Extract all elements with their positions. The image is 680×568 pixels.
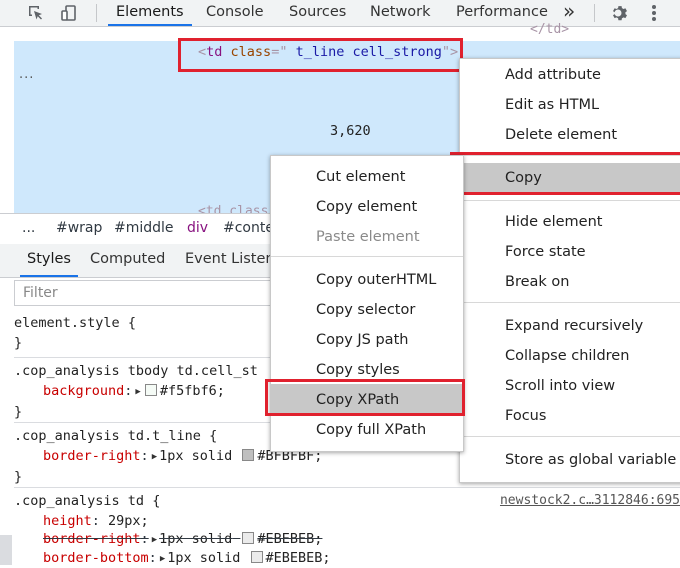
styles-filter-input[interactable]: Filter <box>14 280 304 306</box>
css-colon: : <box>140 448 149 464</box>
breadcrumb-div[interactable]: div <box>187 220 208 236</box>
more-options-icon[interactable] <box>643 2 665 24</box>
rule-brace: { <box>127 315 136 331</box>
selected-node-callout <box>178 38 463 72</box>
menu-item-focus[interactable]: Focus <box>505 402 546 430</box>
color-swatch[interactable] <box>242 532 255 544</box>
menu-item-collapse-children[interactable]: Collapse children <box>505 342 629 370</box>
css-property[interactable]: background <box>43 383 124 399</box>
color-swatch[interactable] <box>144 384 157 396</box>
css-property[interactable]: height <box>43 513 92 529</box>
menu-item-store-as-global-variable[interactable]: Store as global variable <box>505 446 676 474</box>
css-property[interactable]: border-right <box>43 448 141 464</box>
breadcrumb-ellipsis[interactable]: ... <box>22 220 35 236</box>
tab-network[interactable]: Network <box>370 0 431 26</box>
menu-item-copy-outerhtml[interactable]: Copy outerHTML <box>316 266 436 294</box>
rule-selector[interactable]: element.style <box>14 315 120 331</box>
css-value[interactable]: #f5fbf6; <box>160 383 225 399</box>
menu-item-copy-element[interactable]: Copy element <box>316 193 417 221</box>
expand-triangle-icon[interactable]: ▶ <box>152 448 157 466</box>
tab-event-listeners[interactable]: Event Listene <box>185 244 284 275</box>
css-value[interactable]: 1px solid <box>159 448 232 464</box>
css-value[interactable]: 29px; <box>108 513 149 529</box>
menu-item-delete-element[interactable]: Delete element <box>505 121 617 149</box>
tab-styles[interactable]: Styles <box>20 244 78 277</box>
menu-item-add-attribute[interactable]: Add attribute <box>505 61 601 89</box>
device-toolbar-icon[interactable] <box>58 2 80 24</box>
menu-item-copy-full-xpath[interactable]: Copy full XPath <box>316 416 426 444</box>
menu-item-copy-js-path[interactable]: Copy JS path <box>316 326 408 354</box>
rule-selector[interactable]: .cop_analysis td <box>14 493 144 509</box>
expand-triangle-icon[interactable]: ▶ <box>135 383 140 401</box>
toolbar-divider <box>594 4 595 22</box>
color-swatch[interactable] <box>242 449 255 461</box>
menu-item-expand-recursively[interactable]: Expand recursively <box>505 312 643 340</box>
rule-brace: } <box>14 335 23 351</box>
stylesheet-source-link[interactable]: newstock2.c…3112846:695 <box>500 492 680 510</box>
cell-text-node[interactable]: 3,620 <box>330 123 371 139</box>
menu-item-break-on[interactable]: Break on <box>505 268 569 296</box>
gear-icon[interactable] <box>607 2 629 24</box>
inspect-element-icon[interactable] <box>25 2 47 24</box>
tab-sources[interactable]: Sources <box>289 0 346 26</box>
tab-console[interactable]: Console <box>206 0 264 26</box>
css-value[interactable]: #EBEBEB; <box>257 531 322 547</box>
css-colon: : <box>124 383 133 399</box>
tree-node-closing[interactable]: </td> <box>530 22 569 37</box>
menu-separator <box>460 200 680 201</box>
style-rule-td: .cop_analysis td { newstock2.c…3112846:6… <box>14 492 680 568</box>
css-property-overridden[interactable]: border-right <box>43 531 141 547</box>
menu-item-hide-element[interactable]: Hide element <box>505 208 602 236</box>
breadcrumb-content[interactable]: #conte <box>223 220 274 236</box>
menu-item-scroll-into-view[interactable]: Scroll into view <box>505 372 615 400</box>
menu-item-cut-element[interactable]: Cut element <box>316 163 405 191</box>
rule-divider <box>14 487 680 488</box>
breadcrumb-wrap[interactable]: #wrap <box>56 220 102 236</box>
node-actions-dots[interactable]: ... <box>19 67 34 82</box>
menu-separator <box>460 302 680 303</box>
menu-item-paste-element: Paste element <box>316 229 420 245</box>
rule-brace: { <box>209 428 218 444</box>
rule-selector[interactable]: .cop_analysis tbody td.cell_st <box>14 363 258 379</box>
menu-item-copy-selector[interactable]: Copy selector <box>316 296 415 324</box>
css-value[interactable]: 1px solid <box>159 531 232 547</box>
devtools-toolbar: Elements Console Sources Network Perform… <box>0 0 680 27</box>
tab-elements[interactable]: Elements <box>108 0 192 26</box>
expand-triangle-icon[interactable]: ▶ <box>160 550 165 568</box>
color-swatch[interactable] <box>250 551 263 563</box>
copy-xpath-callout <box>265 379 465 416</box>
css-property[interactable]: border-bottom <box>43 550 149 566</box>
copy-menu-item-callout <box>450 152 680 195</box>
menu-item-force-state[interactable]: Force state <box>505 238 586 266</box>
rule-brace: } <box>14 469 23 485</box>
tree-node-next[interactable]: <td class <box>198 204 268 213</box>
rule-selector[interactable]: .cop_analysis td.t_line <box>14 428 201 444</box>
context-menu: Add attribute Edit as HTML Delete elemen… <box>459 58 680 483</box>
breadcrumb-middle[interactable]: #middle <box>114 220 174 236</box>
tab-computed[interactable]: Computed <box>90 244 165 275</box>
menu-separator <box>271 256 463 257</box>
css-value[interactable]: #EBEBEB; <box>266 550 331 566</box>
menu-item-edit-as-html[interactable]: Edit as HTML <box>505 91 599 119</box>
css-value[interactable]: 1px solid <box>167 550 240 566</box>
rule-brace: { <box>152 493 161 509</box>
rule-brace: } <box>14 404 23 420</box>
menu-separator <box>460 436 680 437</box>
scroll-gutter <box>0 535 12 565</box>
toolbar-divider <box>96 4 97 22</box>
expand-triangle-icon[interactable]: ▶ <box>152 531 157 549</box>
